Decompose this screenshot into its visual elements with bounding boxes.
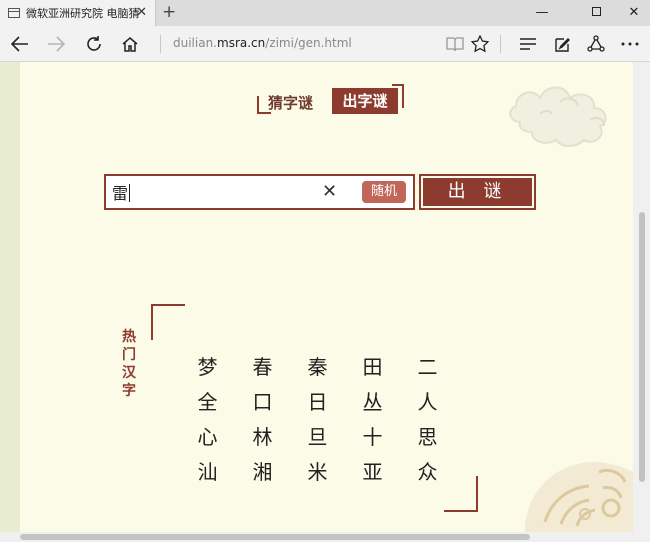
- more-dots-icon: [621, 42, 639, 46]
- home-button[interactable]: [118, 32, 142, 56]
- cloud-ornament-icon: [509, 86, 607, 147]
- hot-character-link[interactable]: 秦: [290, 352, 345, 387]
- minimize-button[interactable]: —: [519, 2, 565, 24]
- make-riddle-button[interactable]: 出 谜: [419, 174, 536, 210]
- vertical-scrollbar[interactable]: [633, 62, 650, 532]
- share-button[interactable]: [584, 32, 608, 56]
- tab-make-riddle[interactable]: 出字谜: [332, 88, 398, 114]
- hot-character-link[interactable]: 梦: [180, 352, 235, 387]
- left-border-stripe: [0, 62, 20, 542]
- vertical-scroll-thumb[interactable]: [639, 212, 645, 482]
- maximize-button[interactable]: [573, 2, 619, 24]
- hot-characters-title: 热门汉字: [122, 329, 136, 399]
- hot-character-link[interactable]: 林: [235, 422, 290, 457]
- hot-character-link[interactable]: 二: [400, 352, 455, 387]
- dragon-ornament-icon: [525, 462, 633, 532]
- address-bar[interactable]: duilian.msra.cn/zimi/gen.html: [173, 36, 352, 50]
- hot-character-link[interactable]: 亚: [345, 457, 400, 492]
- horizontal-scroll-thumb[interactable]: [20, 534, 530, 540]
- hot-character-link[interactable]: 丛: [345, 387, 400, 422]
- more-button[interactable]: [618, 32, 642, 56]
- page-icon: [8, 8, 20, 18]
- horizontal-scrollbar[interactable]: [0, 532, 650, 542]
- random-button[interactable]: 随机: [362, 181, 406, 203]
- hot-character-link[interactable]: 米: [290, 457, 345, 492]
- forward-arrow-icon: [48, 36, 65, 52]
- favorite-button[interactable]: [468, 32, 492, 56]
- tab-guess-riddle[interactable]: 猜字谜: [268, 92, 313, 113]
- hot-character-link[interactable]: 汕: [180, 457, 235, 492]
- text-caret: [129, 184, 130, 202]
- book-icon: [446, 37, 464, 52]
- hot-character-link[interactable]: 心: [180, 422, 235, 457]
- close-window-button[interactable]: ✕: [618, 2, 650, 24]
- toolbar-divider: [500, 35, 501, 53]
- back-arrow-icon: [11, 36, 28, 52]
- forward-button[interactable]: [44, 32, 68, 56]
- hot-character-link[interactable]: 全: [180, 387, 235, 422]
- browser-tab[interactable]: 微软亚洲研究院 电脑猜 ✕: [0, 0, 156, 26]
- close-tab-icon[interactable]: ✕: [136, 5, 147, 20]
- address-divider: [160, 35, 161, 53]
- make-riddle-label: 出 谜: [423, 178, 532, 206]
- hot-panel-corner-top: [151, 304, 185, 340]
- hot-character-link[interactable]: 田: [345, 352, 400, 387]
- web-note-button[interactable]: [550, 32, 574, 56]
- hot-panel-corner-bottom: [444, 476, 478, 512]
- character-search-box: ✕ 随机: [104, 174, 415, 210]
- hot-character-link[interactable]: 春: [235, 352, 290, 387]
- make-tab-corner: [392, 84, 404, 108]
- clear-input-icon[interactable]: ✕: [322, 181, 337, 202]
- hot-character-link[interactable]: 思: [400, 422, 455, 457]
- navigation-bar: duilian.msra.cn/zimi/gen.html: [0, 26, 650, 62]
- hot-characters-grid: 梦春秦田二全口日丛人心林旦十思汕湘米亚众: [180, 352, 455, 492]
- hub-icon: [520, 38, 536, 50]
- hot-character-link[interactable]: 湘: [235, 457, 290, 492]
- character-input[interactable]: [112, 182, 312, 202]
- star-icon: [471, 35, 489, 53]
- tab-bar: 微软亚洲研究院 电脑猜 ✕ + — ✕: [0, 0, 650, 26]
- pen-note-icon: [554, 37, 570, 52]
- hot-character-link[interactable]: 日: [290, 387, 345, 422]
- back-button[interactable]: [8, 32, 32, 56]
- hot-character-link[interactable]: 口: [235, 387, 290, 422]
- page-viewport: 猜字谜 出字谜 ✕ 随机 出 谜 热门汉字 梦春秦田二全口日丛人心林旦十思汕湘米…: [0, 62, 650, 542]
- hot-character-link[interactable]: 人: [400, 387, 455, 422]
- hot-character-link[interactable]: 十: [345, 422, 400, 457]
- reading-view-button[interactable]: [443, 32, 467, 56]
- refresh-button[interactable]: [82, 32, 106, 56]
- new-tab-button[interactable]: +: [162, 2, 176, 22]
- share-icon: [587, 35, 605, 52]
- tab-title: 微软亚洲研究院 电脑猜: [26, 7, 140, 20]
- hot-character-link[interactable]: 旦: [290, 422, 345, 457]
- home-icon: [122, 36, 138, 52]
- refresh-icon: [87, 36, 101, 51]
- hub-button[interactable]: [516, 32, 540, 56]
